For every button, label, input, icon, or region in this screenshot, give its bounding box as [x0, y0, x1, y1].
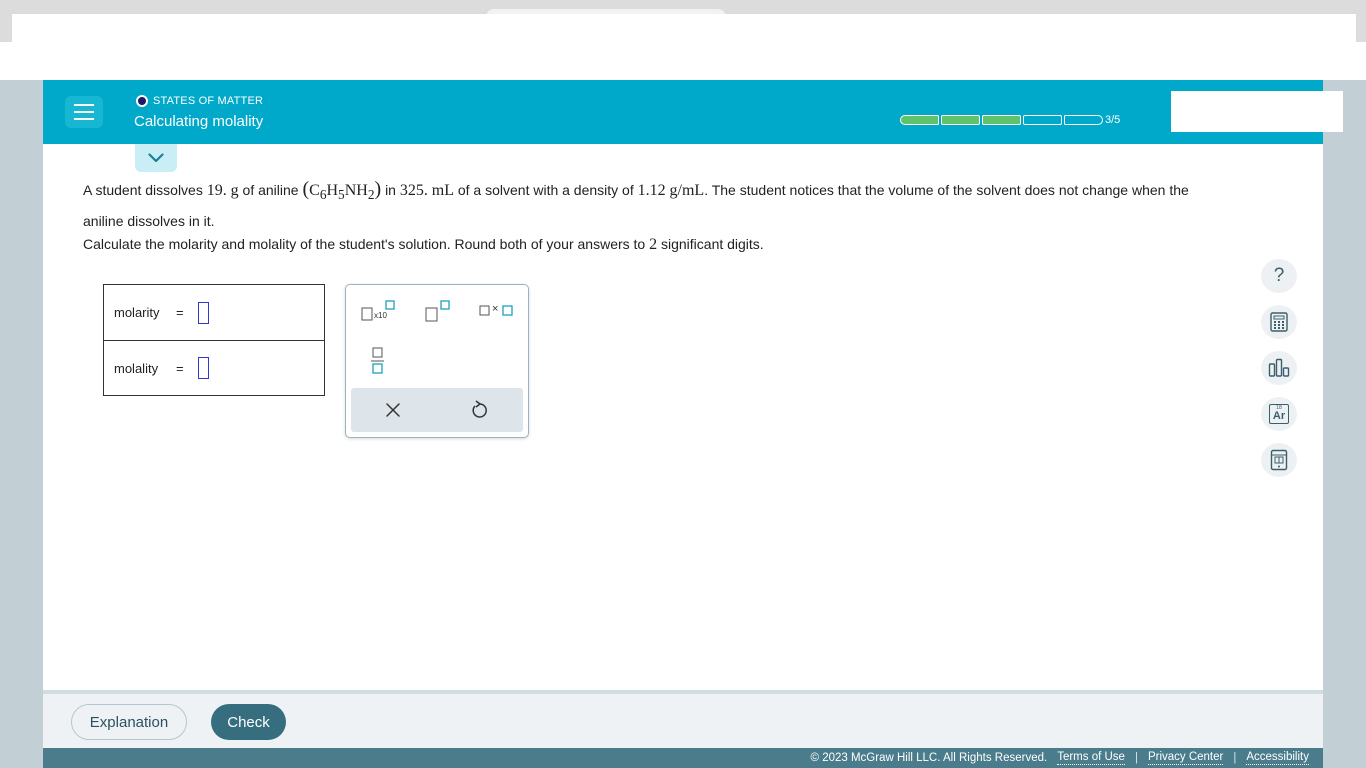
molarity-label: molarity: [114, 305, 160, 320]
menu-button[interactable]: [65, 96, 103, 128]
math-keypad: x10 ×: [345, 284, 529, 438]
footer: Explanation Check: [43, 694, 1323, 748]
chevron-down-icon: [148, 153, 164, 163]
equals-sign: =: [176, 305, 184, 320]
periodic-symbol: Ar: [1272, 410, 1286, 422]
browser-address-area: [12, 14, 1356, 80]
copyright-bar: © 2023 McGraw Hill LLC. All Rights Reser…: [43, 748, 1323, 768]
periodic-table-button[interactable]: 18 Ar: [1261, 397, 1297, 431]
chemical-formula: (C6H5NH2): [302, 178, 382, 203]
question-volume-unit: mL: [431, 182, 454, 199]
header-bar: STATES OF MATTER Calculating molality 3/…: [43, 80, 1343, 144]
question-part4: of a solvent with a density of: [457, 182, 634, 198]
help-button[interactable]: ?: [1261, 259, 1297, 293]
calculator-icon: [1270, 312, 1288, 332]
progress-segment: [900, 115, 939, 125]
question-volume: 325.: [399, 182, 428, 199]
progress-segment: [982, 115, 1021, 125]
question-text: A student dissolves 19. g of aniline (C6…: [83, 176, 1223, 234]
question-mass: 19.: [206, 182, 227, 199]
question-mass-unit: g: [230, 182, 239, 199]
progress-bar: [900, 115, 1103, 125]
question-part1: A student dissolves: [83, 182, 203, 198]
undo-icon: [472, 400, 487, 418]
x10-label: x10: [374, 311, 387, 320]
side-toolbar: ? 18 Ar: [1261, 259, 1297, 477]
help-icon: ?: [1273, 265, 1285, 286]
undo-button[interactable]: [467, 399, 491, 421]
molarity-row: molarity =: [104, 285, 324, 340]
keypad-action-row: [351, 388, 523, 432]
header-blank-panel: [1171, 91, 1343, 132]
menu-icon-line: [74, 104, 94, 106]
superscript-icon: [425, 300, 450, 322]
question-part3: in: [385, 182, 396, 198]
topic-label: STATES OF MATTER: [136, 95, 263, 107]
page-title: Calculating molality: [134, 113, 264, 130]
terms-link[interactable]: Terms of Use: [1057, 751, 1125, 765]
browser-chrome: [0, 0, 1366, 80]
molality-label: molality: [114, 360, 159, 376]
explanation-button[interactable]: Explanation: [71, 704, 187, 740]
answer-box: molarity = molality =: [103, 284, 325, 396]
fraction-button[interactable]: [370, 347, 386, 375]
data-icon: [1270, 449, 1288, 471]
close-icon: [386, 403, 400, 417]
times-symbol: ×: [492, 303, 499, 315]
progress-segment: [941, 115, 980, 125]
privacy-link[interactable]: Privacy Center: [1147, 751, 1224, 765]
multiply-button[interactable]: ×: [478, 303, 518, 319]
fraction-icon: [371, 347, 384, 374]
separator: |: [1233, 752, 1237, 764]
molarity-input[interactable]: [198, 301, 209, 324]
chart-icon: [1268, 358, 1290, 377]
menu-icon-line: [74, 118, 94, 120]
progress-segment: [1064, 115, 1103, 125]
copyright-text: © 2023 McGraw Hill LLC. All Rights Reser…: [810, 752, 1048, 764]
check-button[interactable]: Check: [211, 704, 286, 740]
aleks-app: STATES OF MATTER Calculating molality 3/…: [43, 80, 1343, 768]
calculator-button[interactable]: [1261, 305, 1297, 339]
molality-input[interactable]: [198, 357, 209, 379]
progress-segment: [1023, 115, 1062, 125]
collapse-toggle[interactable]: [135, 144, 177, 172]
instruction-digits: 2: [649, 236, 658, 253]
equals-sign: =: [176, 360, 184, 376]
progress-text: 3/5: [1105, 114, 1121, 126]
menu-icon-line: [74, 111, 94, 113]
molality-row: molality =: [104, 340, 324, 395]
chart-button[interactable]: [1261, 351, 1297, 385]
instruction-before: Calculate the molarity and molality of t…: [83, 236, 646, 252]
scientific-notation-button[interactable]: x10: [360, 299, 400, 323]
topic-status-icon: [136, 95, 148, 107]
periodic-table-icon: 18 Ar: [1269, 404, 1289, 424]
instruction-after: significant digits.: [660, 236, 764, 252]
data-button[interactable]: [1261, 443, 1297, 477]
question-part2: of aniline: [242, 182, 299, 198]
clear-button[interactable]: [381, 400, 405, 420]
topic-text: STATES OF MATTER: [153, 95, 264, 107]
superscript-button[interactable]: [424, 299, 452, 323]
question-density-unit: g/mL: [669, 182, 705, 199]
instruction-text: Calculate the molarity and molality of t…: [83, 236, 764, 254]
question-density: 1.12: [637, 182, 666, 199]
accessibility-link[interactable]: Accessibility: [1246, 751, 1309, 765]
separator: |: [1134, 752, 1138, 764]
